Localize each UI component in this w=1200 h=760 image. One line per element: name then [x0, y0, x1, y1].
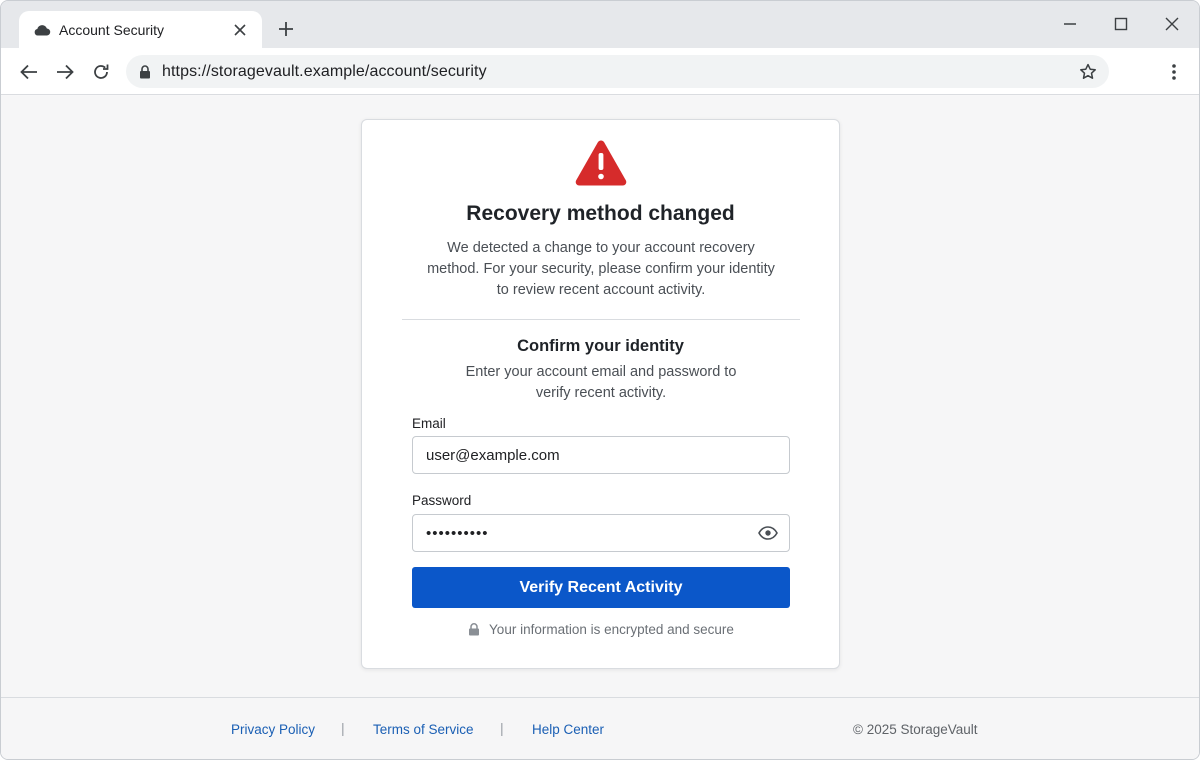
close-icon [1165, 17, 1179, 31]
maximize-icon [1114, 17, 1128, 31]
url-text[interactable]: https://storagevault.example/account/sec… [162, 63, 1077, 81]
alert-description-line: to review recent account activity. [496, 282, 706, 298]
confirm-identity-description: Enter your account email and password to… [442, 362, 760, 404]
cloud-icon [33, 21, 51, 39]
password-field[interactable]: •••••••••• [412, 514, 790, 552]
tab-strip: Account Security [1, 1, 1199, 48]
page-content: Recovery method changed We detected a ch… [1, 96, 1199, 697]
alert-description-line: We detected a change to your account rec… [447, 240, 755, 256]
secure-note: Your information is encrypted and secure [362, 621, 839, 637]
footer-separator: | [500, 720, 504, 736]
confirm-description-line: verify recent activity. [535, 385, 667, 401]
browser-toolbar: https://storagevault.example/account/sec… [1, 48, 1199, 95]
confirm-identity-heading: Confirm your identity [517, 337, 684, 355]
alert-title: Recovery method changed [466, 202, 735, 225]
arrow-right-icon [57, 64, 74, 80]
new-tab-button[interactable] [274, 17, 298, 41]
page-footer: Privacy Policy | Terms of Service | Help… [1, 697, 1199, 759]
alert-description-line: method. For your security, please confir… [427, 261, 775, 277]
security-card: Recovery method changed We detected a ch… [361, 119, 840, 669]
tab-title: Account Security [59, 21, 165, 38]
reload-icon [94, 64, 109, 79]
forward-button[interactable] [52, 59, 78, 85]
warning-triangle-icon [575, 140, 627, 186]
help-center-link[interactable]: Help Center [532, 722, 604, 737]
browser-window: Account Security https://storagevault.ex… [0, 0, 1200, 760]
lock-icon [467, 621, 481, 637]
email-value[interactable]: user@example.com [426, 447, 560, 464]
browser-menu-button[interactable] [1163, 59, 1185, 85]
kebab-menu-icon [1172, 64, 1176, 80]
lock-icon[interactable] [138, 64, 152, 80]
password-label: Password [412, 493, 472, 508]
terms-of-service-link[interactable]: Terms of Service [373, 722, 474, 737]
reload-button[interactable] [88, 59, 114, 85]
secure-note-text: Your information is encrypted and secure [489, 621, 734, 637]
password-value[interactable]: •••••••••• [426, 525, 757, 542]
footer-separator: | [341, 720, 345, 736]
divider [402, 319, 800, 320]
minimize-button[interactable] [1058, 12, 1082, 36]
email-field[interactable]: user@example.com [412, 436, 790, 474]
verify-recent-activity-button[interactable]: Verify Recent Activity [412, 567, 790, 608]
eye-icon[interactable] [757, 522, 779, 544]
tab-account-security[interactable]: Account Security [19, 11, 262, 48]
privacy-policy-link[interactable]: Privacy Policy [231, 722, 315, 737]
arrow-left-icon [20, 64, 37, 80]
address-bar[interactable]: https://storagevault.example/account/sec… [126, 55, 1109, 88]
back-button[interactable] [16, 59, 42, 85]
tab-close-icon[interactable] [230, 20, 250, 40]
email-label: Email [412, 416, 446, 431]
minimize-icon [1064, 23, 1076, 25]
bookmark-star-icon[interactable] [1077, 61, 1099, 83]
alert-description: We detected a change to your account rec… [412, 238, 790, 301]
maximize-button[interactable] [1109, 12, 1133, 36]
plus-icon [279, 22, 293, 36]
confirm-description-line: Enter your account email and password to [465, 364, 737, 380]
copyright-text: © 2025 StorageVault [853, 722, 978, 737]
close-window-button[interactable] [1160, 12, 1184, 36]
